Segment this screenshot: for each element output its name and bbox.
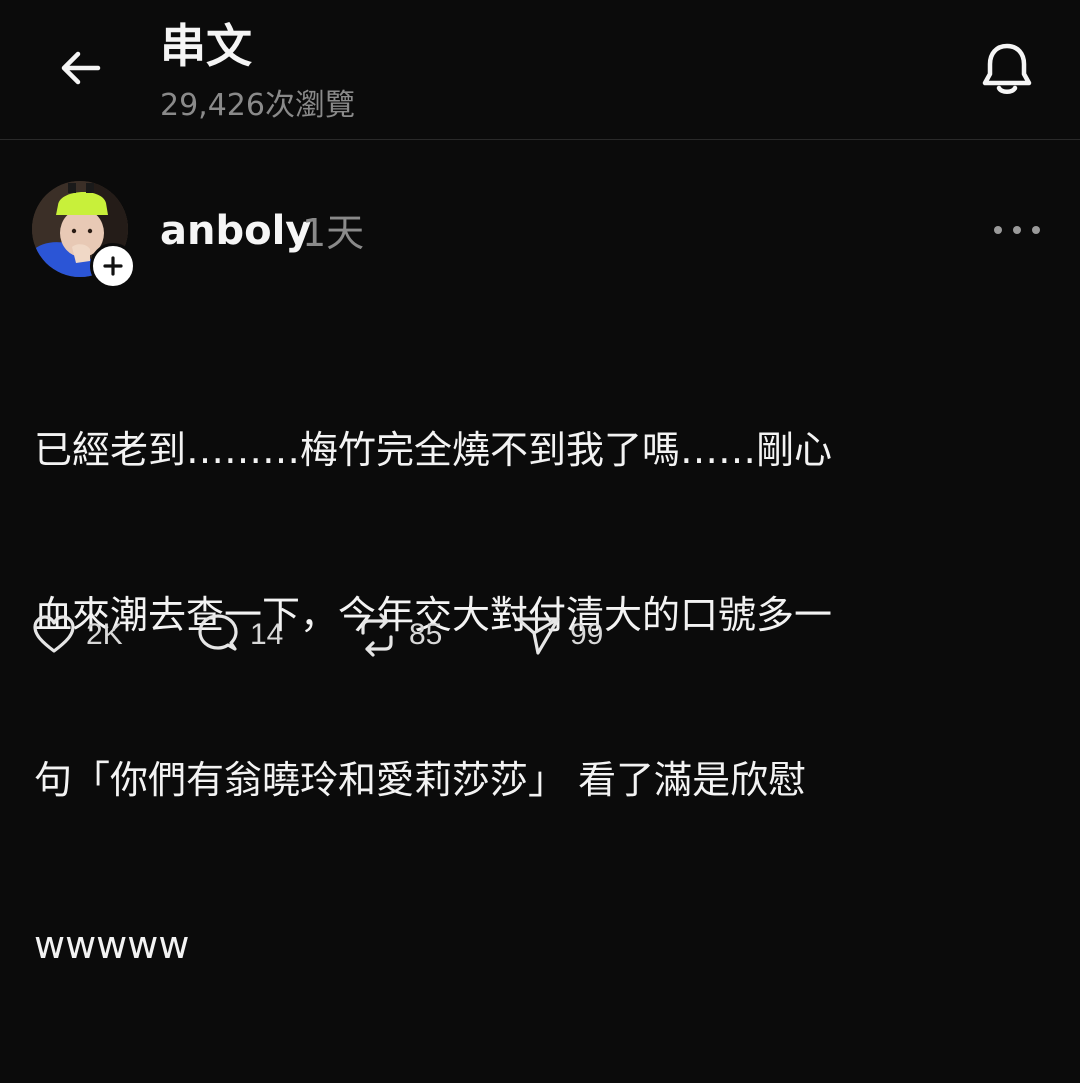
plus-icon [103, 256, 123, 276]
thread-post: anboly 1天 已經老到………梅竹完全燒不到我了嗎……剛心 血來潮去查一下，… [0, 141, 1080, 967]
view-count: 29,426次瀏覽 [160, 88, 355, 123]
post-time: 1天 [302, 211, 365, 255]
more-horizontal-icon-dot [1032, 226, 1040, 234]
more-horizontal-icon-dot [1013, 226, 1021, 234]
more-options-button[interactable] [994, 215, 1040, 245]
follow-button[interactable] [90, 243, 136, 289]
post-username[interactable]: anboly [160, 205, 311, 257]
share-count: 99 [570, 618, 604, 651]
post-actions: 2K 14 85 99 [30, 611, 730, 659]
more-horizontal-icon-dot [994, 226, 1002, 234]
page-title: 串文 [160, 19, 252, 73]
header-divider [0, 139, 1080, 140]
post-content-line: 已經老到………梅竹完全燒不到我了嗎……剛心 [34, 428, 833, 472]
repost-count: 85 [409, 618, 443, 651]
notification-button[interactable] [976, 38, 1038, 100]
repost-icon [361, 613, 393, 657]
avatar-container[interactable] [32, 181, 136, 289]
repost-button[interactable]: 85 [353, 611, 442, 659]
post-content-line: 句「你們有翁曉玲和愛莉莎莎」 看了滿是欣慰 [34, 758, 807, 802]
top-bar: 串文 29,426次瀏覽 [0, 0, 1080, 140]
heart-icon [33, 615, 75, 653]
back-button[interactable] [52, 40, 108, 96]
share-button[interactable]: 99 [514, 611, 603, 659]
send-icon [516, 617, 560, 655]
arrow-left-icon [61, 51, 101, 85]
bell-icon [982, 43, 1032, 94]
reply-count: 14 [250, 618, 284, 651]
comment-icon [198, 614, 238, 651]
post-content: 已經老到………梅竹完全燒不到我了嗎……剛心 血來潮去查一下，今年交大對付清大的口… [34, 313, 1044, 1083]
like-button[interactable]: 2K [30, 611, 123, 659]
like-count: 2K [86, 618, 123, 651]
post-content-line: wwwww [34, 923, 190, 967]
reply-button[interactable]: 14 [194, 611, 283, 659]
